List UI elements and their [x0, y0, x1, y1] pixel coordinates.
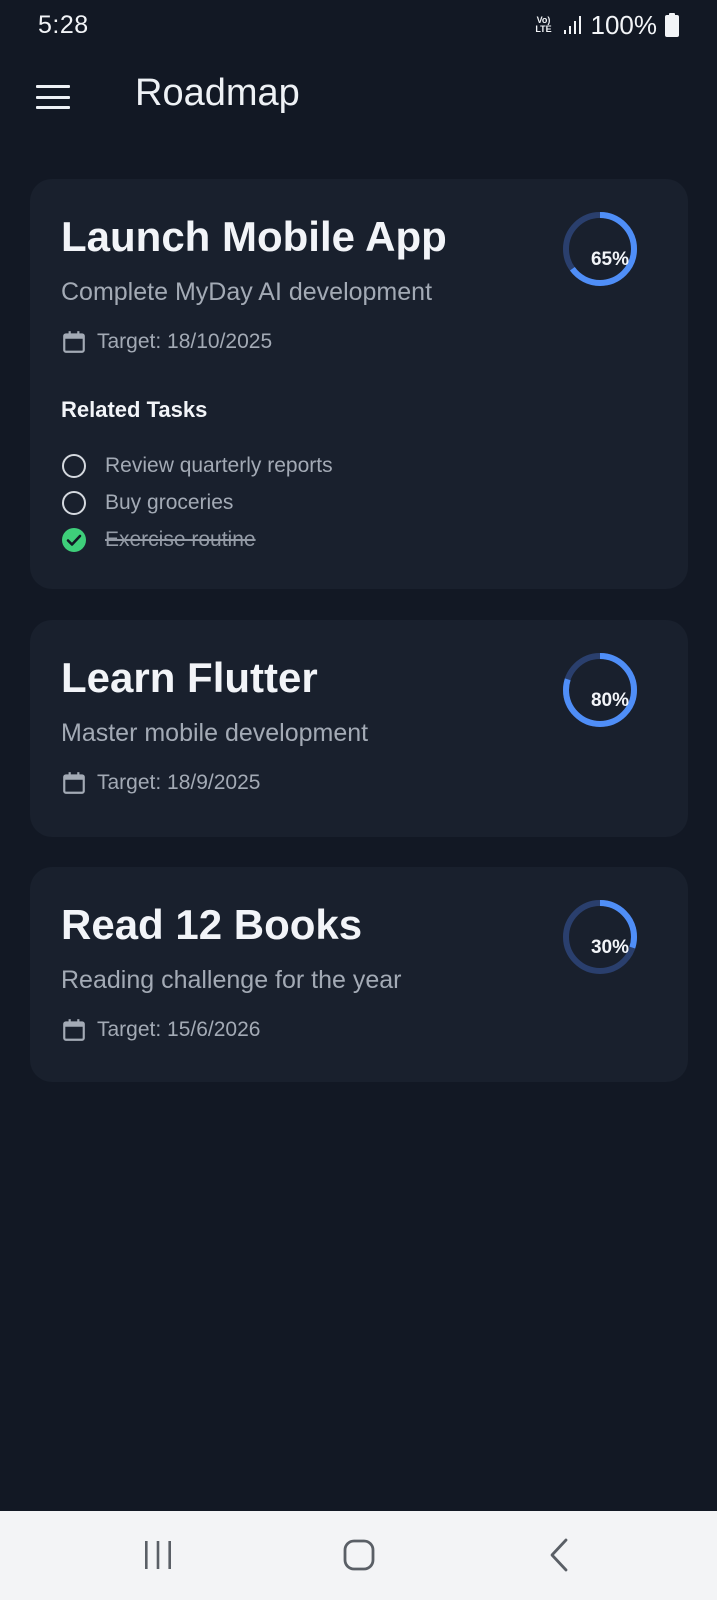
status-time: 5:28: [38, 10, 89, 39]
goal-target: Target: 18/9/2025: [61, 770, 260, 796]
task-item[interactable]: Buy groceries: [61, 490, 233, 516]
goal-subtitle: Complete MyDay AI development: [61, 278, 433, 306]
goal-card[interactable]: Launch Mobile App Complete MyDay AI deve…: [30, 179, 688, 589]
battery-percentage: 100%: [590, 9, 658, 40]
back-icon[interactable]: [540, 1535, 580, 1575]
progress-label: 65%: [590, 249, 630, 270]
calendar-icon: [63, 772, 85, 794]
menu-icon-line: [36, 106, 70, 109]
menu-icon[interactable]: [36, 85, 70, 109]
goal-title: Learn Flutter: [61, 654, 318, 701]
task-item[interactable]: Review quarterly reports: [61, 453, 333, 479]
goal-target-label: Target: 15/6/2026: [97, 1018, 261, 1041]
battery-icon: [665, 13, 679, 37]
calendar-icon: [63, 1019, 85, 1041]
signal-icon: [563, 16, 581, 34]
app-bar: Roadmap: [0, 60, 717, 132]
goal-title: Read 12 Books: [61, 901, 363, 948]
circle-outline-icon[interactable]: [61, 453, 87, 479]
task-item[interactable]: Exercise routine: [61, 527, 256, 553]
goal-target-label: Target: 18/9/2025: [97, 771, 261, 794]
status-icons: Vo) LTE 100%: [533, 9, 679, 41]
goal-target-label: Target: 18/10/2025: [97, 330, 273, 353]
system-nav-bar: [0, 1511, 717, 1600]
goal-card[interactable]: Read 12 Books Reading challenge for the …: [30, 867, 688, 1082]
status-bar: 5:28 Vo) LTE 100%: [0, 0, 717, 50]
progress-label: 80%: [590, 690, 630, 711]
task-label: Review quarterly reports: [105, 454, 333, 477]
goal-subtitle: Master mobile development: [61, 719, 369, 747]
task-label: Exercise routine: [105, 528, 256, 551]
progress-ring: 65%: [560, 209, 640, 289]
task-label: Buy groceries: [105, 491, 234, 514]
goal-subtitle: Reading challenge for the year: [61, 966, 402, 994]
menu-icon-line: [36, 95, 70, 99]
page-title: Roadmap: [135, 72, 300, 114]
calendar-icon: [63, 331, 85, 353]
progress-label: 30%: [590, 937, 630, 958]
home-icon[interactable]: [339, 1535, 379, 1575]
goal-target: Target: 18/10/2025: [61, 329, 272, 355]
related-tasks-heading: Related Tasks: [61, 397, 208, 422]
goal-target: Target: 15/6/2026: [61, 1017, 260, 1043]
goal-title: Launch Mobile App: [61, 213, 447, 260]
check-circle-icon[interactable]: [61, 527, 87, 553]
goal-card[interactable]: Learn Flutter Master mobile development …: [30, 620, 688, 837]
recents-icon[interactable]: [138, 1535, 178, 1575]
circle-outline-icon[interactable]: [61, 490, 87, 516]
progress-ring: 30%: [560, 897, 640, 977]
volte-icon: Vo) LTE: [535, 15, 552, 34]
menu-icon-line: [36, 85, 70, 88]
progress-ring: 80%: [560, 650, 640, 730]
